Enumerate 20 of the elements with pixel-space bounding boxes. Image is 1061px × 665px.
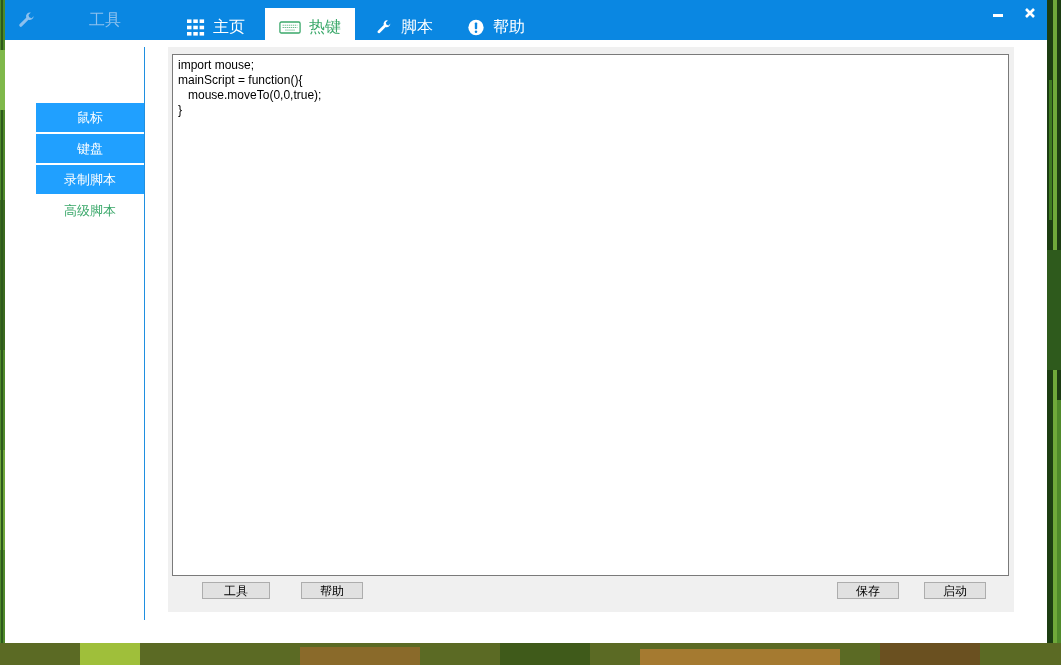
- wrench-icon: [17, 10, 36, 30]
- button[interactable]: 帮助: [301, 581, 363, 599]
- tab[interactable]: 帮助: [453, 8, 539, 40]
- sidebar-item[interactable]: 键盘: [36, 134, 144, 163]
- code-editor[interactable]: import mouse; mainScript = function(){ mouse.moveTo(0,0,true); }: [172, 54, 1009, 576]
- sidebar-item[interactable]: 高级脚本: [36, 196, 144, 225]
- tab[interactable]: 脚本: [361, 8, 447, 40]
- grid-icon: [187, 18, 205, 36]
- alert-icon: [467, 18, 485, 36]
- wrench-icon: [375, 18, 393, 36]
- window-title: 工具: [89, 9, 122, 31]
- button[interactable]: 保存: [837, 581, 899, 599]
- tab[interactable]: 主页: [173, 8, 259, 40]
- close-icon[interactable]: [1025, 8, 1035, 18]
- tab[interactable]: 热键: [265, 8, 355, 40]
- button[interactable]: 工具: [202, 581, 270, 599]
- sidebar-item[interactable]: 录制脚本: [36, 165, 144, 194]
- button[interactable]: 启动: [924, 581, 986, 599]
- keyboard-icon: [279, 20, 301, 34]
- sidebar-item[interactable]: 鼠标: [36, 103, 144, 132]
